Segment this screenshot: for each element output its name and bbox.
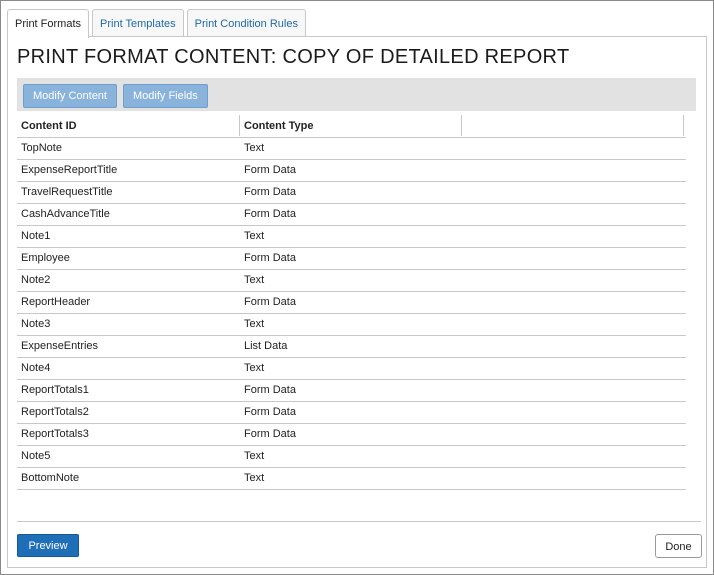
cell-content-type: Text xyxy=(244,362,265,374)
table-row[interactable]: CashAdvanceTitle Form Data xyxy=(17,204,686,226)
table-row[interactable]: TopNote Text xyxy=(17,138,686,160)
content-panel: PRINT FORMAT CONTENT: COPY OF DETAILED R… xyxy=(7,36,707,568)
toolbar: Modify Content Modify Fields xyxy=(17,78,696,111)
cell-content-id: ReportTotals1 xyxy=(21,384,89,396)
column-header-content-type[interactable]: Content Type xyxy=(240,115,461,136)
table-body: TopNote Text ExpenseReportTitle Form Data Tr… xyxy=(17,138,686,490)
cell-content-type: Text xyxy=(244,274,265,286)
cell-content-type: Text xyxy=(244,318,265,330)
table-row[interactable]: ReportTotals1 Form Data xyxy=(17,380,686,402)
cell-content-id: Note4 xyxy=(21,362,51,374)
cell-content-type: Form Data xyxy=(244,252,296,264)
cell-content-type: Form Data xyxy=(244,164,296,176)
modify-content-button[interactable]: Modify Content xyxy=(23,84,117,108)
cell-content-id: Note2 xyxy=(21,274,51,286)
cell-content-type: List Data xyxy=(244,340,288,352)
cell-content-id: Note3 xyxy=(21,318,51,330)
tab-print-formats[interactable]: Print Formats xyxy=(7,9,90,38)
cell-content-type: Form Data xyxy=(244,428,296,440)
cell-content-type: Form Data xyxy=(244,296,296,308)
preview-button[interactable]: Preview xyxy=(17,534,79,557)
table-row[interactable]: TravelRequestTitle Form Data xyxy=(17,182,686,204)
cell-content-type: Text xyxy=(244,142,265,154)
footer-divider xyxy=(17,521,701,522)
modify-fields-button[interactable]: Modify Fields xyxy=(123,84,208,108)
table-row[interactable]: ExpenseReportTitle Form Data xyxy=(17,160,686,182)
table-row[interactable]: ExpenseEntries List Data xyxy=(17,336,686,358)
table-row[interactable]: Note5 Text xyxy=(17,446,686,468)
cell-content-type: Form Data xyxy=(244,208,296,220)
cell-content-id: TopNote xyxy=(21,142,62,154)
cell-content-id: ExpenseReportTitle xyxy=(21,164,118,176)
cell-content-id: Employee xyxy=(21,252,70,264)
table-row[interactable]: BottomNote Text xyxy=(17,468,686,490)
table-row[interactable]: Note1 Text xyxy=(17,226,686,248)
column-header-content-id[interactable]: Content ID xyxy=(17,115,239,136)
table-row[interactable]: Note2 Text xyxy=(17,270,686,292)
content-table: Content ID Content Type TopNote Text Expen… xyxy=(17,115,686,490)
cell-content-id: BottomNote xyxy=(21,472,80,484)
cell-content-type: Text xyxy=(244,472,265,484)
tab-print-templates[interactable]: Print Templates xyxy=(92,9,184,36)
column-divider[interactable] xyxy=(683,115,684,136)
table-row[interactable]: ReportTotals2 Form Data xyxy=(17,402,686,424)
cell-content-type: Form Data xyxy=(244,186,296,198)
cell-content-id: Note1 xyxy=(21,230,51,242)
cell-content-id: ReportHeader xyxy=(21,296,91,308)
cell-content-id: TravelRequestTitle xyxy=(21,186,113,198)
cell-content-id: ReportTotals3 xyxy=(21,428,89,440)
cell-content-type: Form Data xyxy=(244,384,296,396)
cell-content-id: ReportTotals2 xyxy=(21,406,89,418)
done-button[interactable]: Done xyxy=(655,534,702,558)
table-row[interactable]: Employee Form Data xyxy=(17,248,686,270)
cell-content-type: Text xyxy=(244,450,265,462)
table-row[interactable]: Note4 Text xyxy=(17,358,686,380)
cell-content-type: Form Data xyxy=(244,406,296,418)
cell-content-id: Note5 xyxy=(21,450,51,462)
table-row[interactable]: ReportHeader Form Data xyxy=(17,292,686,314)
tab-bar: Print Formats Print Templates Print Cond… xyxy=(7,9,309,38)
column-header-empty xyxy=(462,115,683,136)
table-row[interactable]: Note3 Text xyxy=(17,314,686,336)
table-row[interactable]: ReportTotals3 Form Data xyxy=(17,424,686,446)
table-header: Content ID Content Type xyxy=(17,115,686,138)
tab-print-condition-rules[interactable]: Print Condition Rules xyxy=(186,9,306,36)
cell-content-id: ExpenseEntries xyxy=(21,340,99,352)
cell-content-id: CashAdvanceTitle xyxy=(21,208,110,220)
page-title: PRINT FORMAT CONTENT: COPY OF DETAILED R… xyxy=(17,46,570,68)
window-frame: Print Formats Print Templates Print Cond… xyxy=(0,0,714,575)
cell-content-type: Text xyxy=(244,230,265,242)
